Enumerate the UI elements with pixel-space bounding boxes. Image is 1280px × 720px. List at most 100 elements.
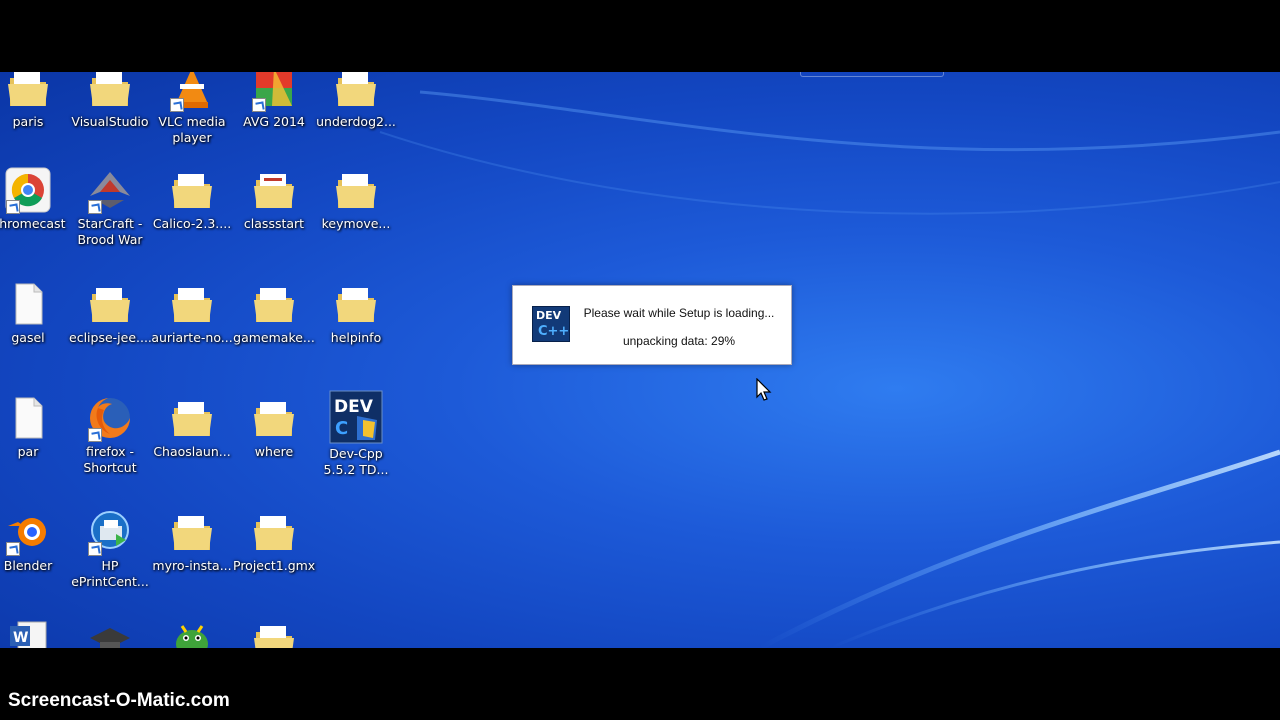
desktop-icon-calico[interactable]: Calico-2.3.... (151, 166, 233, 232)
desktop-icon-auriarte[interactable]: auriarte-no... (151, 280, 233, 346)
icon-label: classstart (243, 216, 305, 231)
icon-label: Calico-2.3.... (152, 216, 232, 231)
desktop-icon-word-doc[interactable]: W (0, 618, 69, 648)
desktop-icon-avg[interactable]: AVG 2014 (233, 72, 315, 130)
desktop-icon-python[interactable] (151, 618, 233, 648)
icon-label: Blender (3, 558, 53, 573)
desktop-icon-chaoslauncher[interactable]: Chaoslaun... (151, 394, 233, 460)
svg-text:W: W (13, 630, 28, 646)
folder-icon (250, 618, 298, 648)
vlc-icon (168, 72, 216, 112)
desktop-icon-project1[interactable]: Project1.gmx (233, 508, 315, 574)
file-icon (4, 280, 52, 328)
letterbox-top (0, 0, 1280, 72)
devcpp-setup-icon: DEV C++ (532, 306, 570, 342)
shortcut-arrow-icon (6, 200, 20, 214)
shortcut-arrow-icon (252, 98, 266, 112)
icon-label: firefox - Shortcut (83, 444, 137, 475)
avg-icon (250, 72, 298, 112)
svg-text:C: C (335, 418, 348, 439)
desktop-icon-devcpp[interactable]: DEV C Dev-Cpp 5.5.2 TD... (315, 390, 397, 478)
screencast-watermark: Screencast-O-Matic.com (8, 690, 230, 711)
setup-loading-dialog[interactable]: DEV C++ Please wait while Setup is loadi… (512, 285, 792, 365)
shortcut-arrow-icon (6, 542, 20, 556)
icon-label: gamemake... (233, 330, 315, 345)
chrome-icon (4, 166, 52, 214)
desktop-icon-paris[interactable]: paris (0, 72, 69, 130)
folder-icon (86, 280, 134, 328)
icon-label: myro-insta... (152, 558, 232, 573)
firefox-icon (86, 394, 134, 442)
graduation-cap-icon (86, 618, 134, 648)
icon-label: auriarte-no... (151, 330, 233, 345)
icon-label: gasel (11, 330, 45, 345)
desktop-icon-starcraft[interactable]: StarCraft - Brood War (69, 166, 151, 248)
desktop-icon-graduation[interactable] (69, 618, 151, 648)
icon-label: helpinfo (330, 330, 382, 345)
unpacking-progress-text: unpacking data: 29% (622, 334, 736, 348)
python-snake-icon (168, 618, 216, 648)
desktop-icon-hp-eprint[interactable]: HP ePrintCent... (69, 508, 151, 590)
app-icon-text: DEV (536, 309, 562, 322)
shortcut-arrow-icon (88, 200, 102, 214)
folder-icon (250, 508, 298, 556)
desktop-icon-visualstudio[interactable]: VisualStudio (69, 72, 151, 130)
file-icon (4, 394, 52, 442)
folder-icon (332, 280, 380, 328)
shortcut-arrow-icon (88, 428, 102, 442)
desktop-icon-firefox[interactable]: firefox - Shortcut (69, 394, 151, 476)
folder-icon (332, 166, 380, 214)
icon-label: Chromecast (0, 216, 66, 231)
desktop-icon-blender[interactable]: Blender (0, 508, 69, 574)
shortcut-arrow-icon (170, 98, 184, 112)
loading-message: Please wait while Setup is loading... (583, 306, 775, 320)
folder-icon (332, 72, 380, 112)
desktop-icon-keymove[interactable]: keymove... (315, 166, 397, 232)
word-document-icon: W (4, 618, 52, 648)
devcpp-icon: DEV C (329, 390, 383, 444)
folder-icon (86, 72, 134, 112)
desktop-icon-folder-bottom[interactable] (233, 618, 315, 648)
icon-label: underdog2... (316, 114, 396, 129)
icon-label: keymove... (321, 216, 391, 231)
mouse-cursor-icon (756, 378, 772, 401)
app-icon-subtext: C++ (538, 324, 570, 339)
desktop-icon-gasel[interactable]: gasel (0, 280, 69, 346)
icon-label: HP ePrintCent... (71, 558, 149, 589)
icon-label: Chaoslaun... (153, 444, 231, 459)
desktop-icon-classstart[interactable]: classstart (233, 166, 315, 232)
icon-label: where (254, 444, 294, 459)
desktop[interactable]: paris VisualStudio VLC media player AVG … (0, 72, 1280, 648)
icon-label: StarCraft - Brood War (77, 216, 143, 247)
blender-icon (4, 508, 52, 556)
icon-label: VisualStudio (71, 114, 149, 129)
folder-icon (168, 394, 216, 442)
desktop-icon-underdog[interactable]: underdog2... (315, 72, 397, 130)
desktop-icon-gamemaker[interactable]: gamemake... (233, 280, 315, 346)
folder-icon (168, 166, 216, 214)
folder-icon (250, 394, 298, 442)
gadget-bar (800, 72, 944, 77)
desktop-icon-vlc[interactable]: VLC media player (151, 72, 233, 146)
folder-icon (250, 280, 298, 328)
icon-label: eclipse-jee.... (69, 330, 152, 345)
icon-label: Project1.gmx (233, 558, 316, 573)
icon-label: Dev-Cpp 5.5.2 TD... (323, 446, 389, 477)
icon-label: par (17, 444, 39, 459)
desktop-icon-par[interactable]: par (0, 394, 69, 460)
folder-icon (250, 166, 298, 214)
starcraft-icon (86, 166, 134, 214)
shortcut-arrow-icon (88, 542, 102, 556)
desktop-icon-helpinfo[interactable]: helpinfo (315, 280, 397, 346)
icon-label: VLC media player (158, 114, 226, 145)
desktop-icon-myro[interactable]: myro-insta... (151, 508, 233, 574)
desktop-icon-eclipse[interactable]: eclipse-jee.... (69, 280, 152, 346)
desktop-icon-chromecast[interactable]: Chromecast (0, 166, 69, 232)
icon-label: AVG 2014 (243, 114, 305, 129)
hp-eprint-icon (86, 508, 134, 556)
icon-label: paris (12, 114, 44, 129)
folder-icon (4, 72, 52, 112)
folder-icon (168, 280, 216, 328)
folder-icon (168, 508, 216, 556)
desktop-icon-where[interactable]: where (233, 394, 315, 460)
